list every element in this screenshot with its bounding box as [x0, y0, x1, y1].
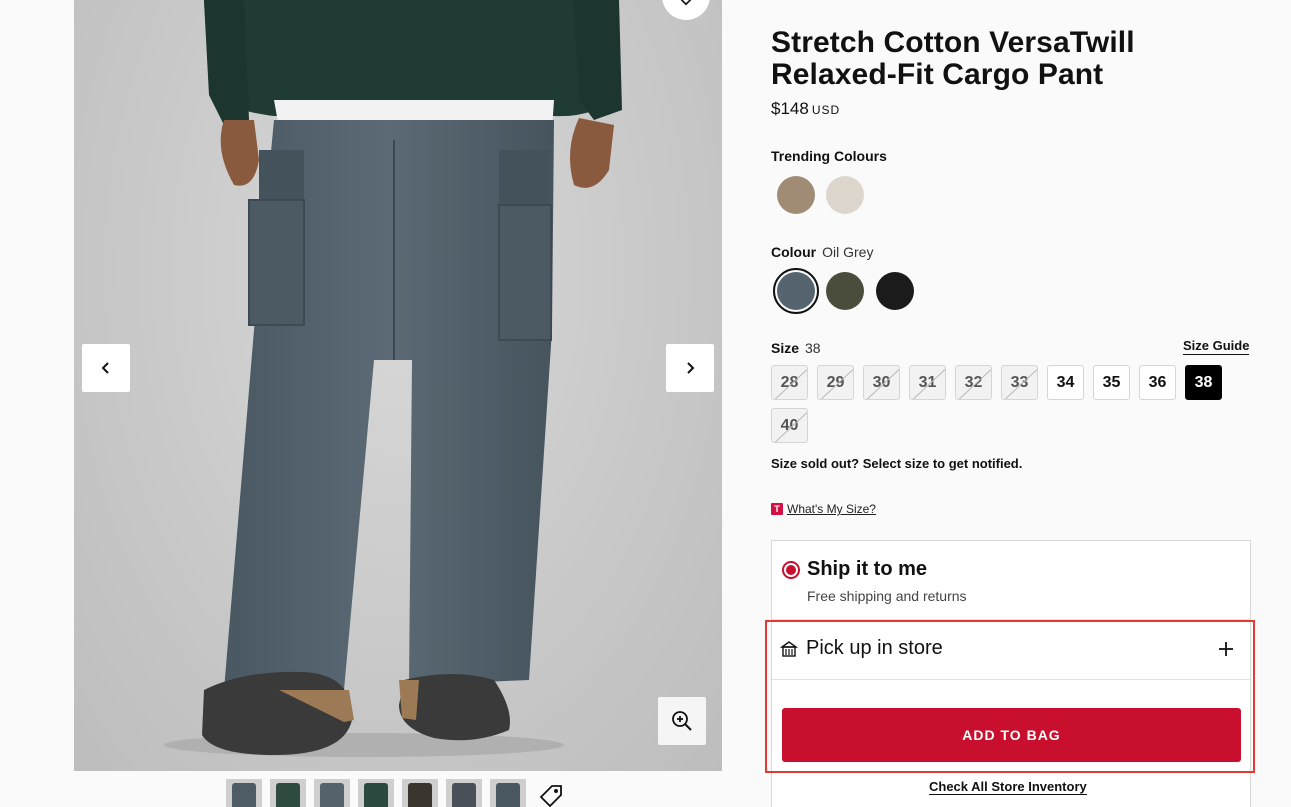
thumbnail-7[interactable] [490, 779, 526, 807]
previous-image-button[interactable] [82, 344, 130, 392]
thumbnail-image [452, 783, 476, 807]
selected-size: 38 [805, 340, 821, 356]
divider [772, 619, 1250, 620]
size-option-29[interactable]: 29 [817, 365, 854, 400]
thumbnail-image [320, 783, 344, 807]
size-sold-out-note: Size sold out? Select size to get notifi… [771, 456, 1023, 471]
thumbnail-2[interactable] [270, 779, 306, 807]
colour-swatch-oil-grey[interactable] [777, 272, 815, 310]
product-title: Stretch Cotton VersaTwill Relaxed-Fit Ca… [771, 26, 1135, 91]
thumbnail-image [496, 783, 520, 807]
colour-swatch-army-green[interactable] [826, 272, 864, 310]
product-page: Stretch Cotton VersaTwill Relaxed-Fit Ca… [0, 0, 1291, 807]
thumbnail-image [232, 783, 256, 807]
ship-it-to-me-title[interactable]: Ship it to me [807, 558, 927, 581]
colour-swatch-black[interactable] [876, 272, 914, 310]
product-photo [164, 0, 622, 757]
trending-swatch-bone[interactable] [826, 176, 864, 214]
ship-it-to-me-subtitle: Free shipping and returns [807, 588, 967, 604]
true-fit-logo-icon: T [771, 503, 783, 515]
next-image-button[interactable] [666, 344, 714, 392]
size-option-35[interactable]: 35 [1093, 365, 1130, 400]
size-selector: 28 29 30 31 32 33 34 35 36 38 40 [771, 365, 1231, 443]
size-label: Size 38 [771, 340, 821, 356]
selected-colour: Oil Grey [822, 244, 874, 260]
thumbnail-image [408, 783, 432, 807]
product-image-gallery [74, 0, 722, 771]
price-currency: USD [811, 103, 841, 117]
colour-label: Colour Oil Grey [771, 244, 873, 260]
product-price: $148 USD [771, 99, 840, 119]
size-option-30[interactable]: 30 [863, 365, 900, 400]
price-tag-icon[interactable] [538, 783, 564, 807]
thumbnail-4[interactable] [358, 779, 394, 807]
size-option-36[interactable]: 36 [1139, 365, 1176, 400]
trending-colours-label: Trending Colours [771, 148, 887, 164]
thumbnail-image [364, 783, 388, 807]
thumbnail-3[interactable] [314, 779, 350, 807]
chevron-right-icon [687, 362, 695, 374]
radio-selected-dot [786, 565, 796, 575]
thumbnail-6[interactable] [446, 779, 482, 807]
plus-icon[interactable] [1216, 639, 1236, 659]
check-store-inventory-link[interactable]: Check All Store Inventory [929, 779, 1087, 795]
size-option-32[interactable]: 32 [955, 365, 992, 400]
thumbnail-image [276, 783, 300, 807]
add-to-bag-button[interactable]: ADD TO BAG [782, 708, 1241, 762]
fulfillment-panel: Ship it to me Free shipping and returns … [771, 540, 1251, 807]
whats-my-size: T What's My Size? [771, 502, 876, 516]
chevron-left-icon [101, 362, 109, 374]
size-option-33[interactable]: 33 [1001, 365, 1038, 400]
zoom-in-icon [672, 711, 692, 731]
size-option-38[interactable]: 38 [1185, 365, 1222, 400]
zoom-button[interactable] [658, 697, 706, 745]
heart-icon [680, 0, 692, 6]
trending-swatch-tan[interactable] [777, 176, 815, 214]
pick-up-in-store-option[interactable]: Pick up in store [780, 637, 943, 660]
whats-my-size-link[interactable]: What's My Size? [787, 502, 876, 516]
price-amount: $148 [771, 99, 809, 118]
size-option-40[interactable]: 40 [771, 408, 808, 443]
colour-heading: Colour [771, 244, 817, 260]
thumbnail-strip [226, 779, 526, 807]
ship-it-to-me-radio[interactable] [782, 561, 800, 579]
divider [772, 679, 1250, 680]
size-option-28[interactable]: 28 [771, 365, 808, 400]
pick-up-in-store-label: Pick up in store [806, 637, 943, 659]
thumbnail-1[interactable] [226, 779, 262, 807]
size-option-34[interactable]: 34 [1047, 365, 1084, 400]
size-option-31[interactable]: 31 [909, 365, 946, 400]
store-icon [780, 640, 798, 657]
thumbnail-5[interactable] [402, 779, 438, 807]
size-heading: Size [771, 340, 800, 356]
size-guide-link[interactable]: Size Guide [1183, 338, 1250, 355]
